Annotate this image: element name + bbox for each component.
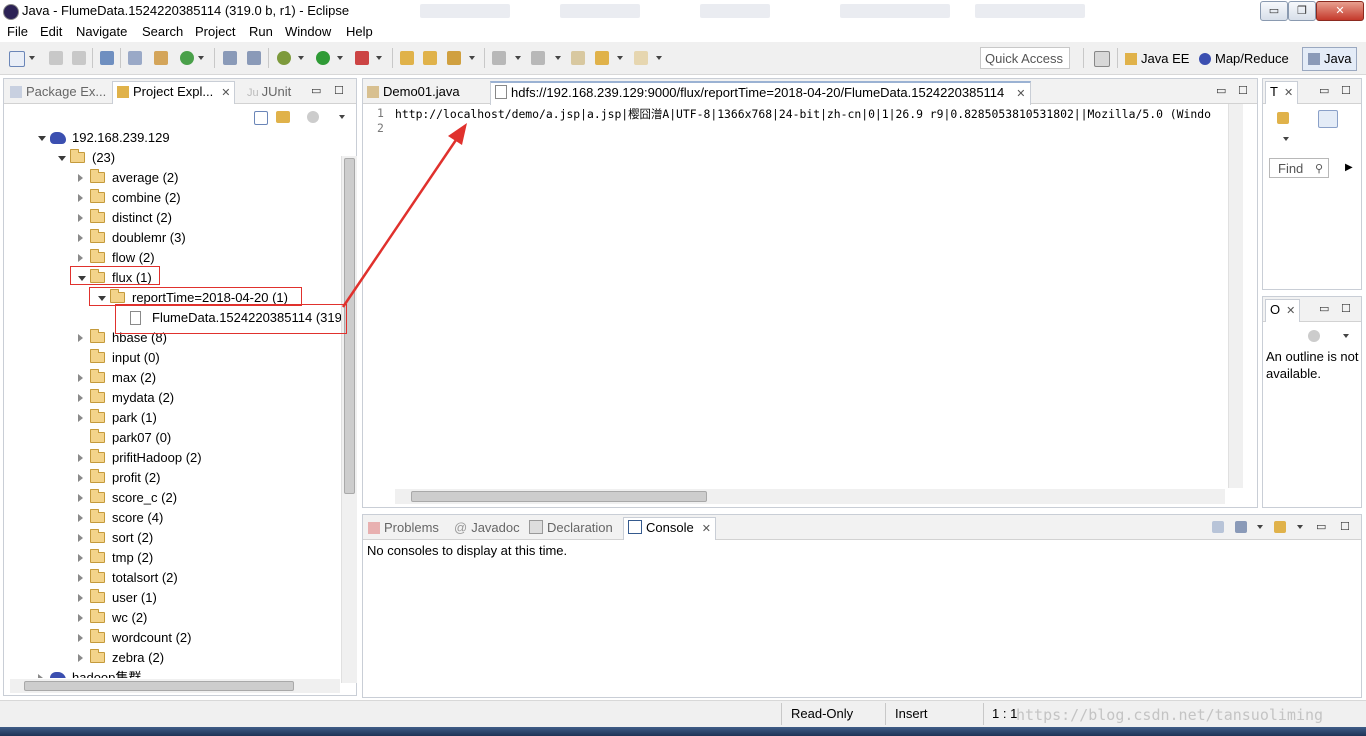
- annotation-arrow: [341, 123, 467, 308]
